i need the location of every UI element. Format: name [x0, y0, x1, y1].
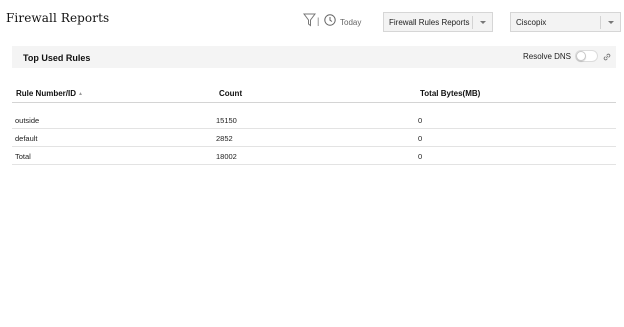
- table-row: default 2852 0: [12, 129, 616, 147]
- device-value: Ciscopix: [516, 18, 547, 27]
- clock-icon[interactable]: [324, 14, 336, 26]
- select-separator: [600, 16, 601, 29]
- filter-icon[interactable]: [303, 13, 316, 27]
- resolve-dns-label: Resolve DNS: [523, 52, 572, 61]
- sort-ascending-icon: ▲: [78, 91, 83, 97]
- table-cell: 15150: [216, 116, 237, 125]
- table-row-total: Total 18002 0: [12, 147, 616, 165]
- chevron-down-icon: [608, 21, 614, 24]
- table-body: outside 15150 0 default 2852 0 Total 180…: [12, 111, 616, 165]
- table-cell: default: [15, 134, 38, 143]
- resolve-dns-toggle[interactable]: [575, 50, 598, 62]
- panel-header: Top Used Rules Resolve DNS: [12, 46, 616, 68]
- column-header-bytes: Total Bytes(MB): [420, 89, 481, 98]
- link-icon[interactable]: [603, 53, 611, 61]
- report-type-value: Firewall Rules Reports: [389, 18, 470, 27]
- table-cell: Total: [15, 152, 31, 161]
- time-range-link[interactable]: Today: [340, 18, 361, 27]
- report-type-select[interactable]: Firewall Rules Reports: [383, 12, 493, 32]
- table-cell: 0: [418, 134, 423, 143]
- chevron-down-icon: [480, 21, 486, 24]
- toolbar-divider: |: [317, 16, 320, 26]
- column-header-count: Count: [219, 89, 243, 98]
- column-header-label: Rule Number/ID: [16, 89, 77, 98]
- panel-title: Top Used Rules: [23, 53, 91, 63]
- report-toolbar: | Today Firewall Rules Reports Ciscopix: [0, 12, 624, 34]
- table-row: outside 15150 0: [12, 111, 616, 129]
- table-cell: outside: [15, 116, 40, 125]
- device-select[interactable]: Ciscopix: [510, 12, 621, 32]
- column-header-rule[interactable]: Rule Number/ID ▲: [16, 89, 83, 98]
- table-header: Rule Number/ID ▲ Count Total Bytes(MB): [12, 83, 616, 103]
- rules-table: Rule Number/ID ▲ Count Total Bytes(MB) ou…: [12, 83, 616, 165]
- table-cell: 0: [418, 152, 423, 161]
- table-cell: 18002: [216, 152, 237, 161]
- select-separator: [472, 16, 473, 29]
- table-cell: 2852: [216, 134, 233, 143]
- toggle-knob: [576, 51, 586, 61]
- table-cell: 0: [418, 116, 423, 125]
